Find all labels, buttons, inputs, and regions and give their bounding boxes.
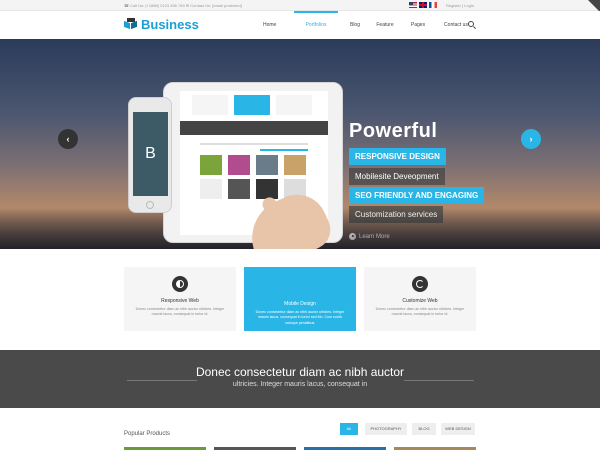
brand-name: Business (141, 17, 199, 32)
service-card-customize[interactable]: Customize Web Donec consectetur diam ac … (364, 267, 476, 331)
service-card-responsive[interactable]: Responsive Web Donec consectetur diam ac… (124, 267, 236, 331)
flag-uk-icon[interactable] (419, 2, 427, 8)
band-heading: Donec consectetur diam ac nibh auctor (195, 365, 405, 379)
hero-tag-3: SEO FRIENDLY AND ENGAGING (349, 187, 485, 204)
service-title: Customize Web (402, 298, 438, 304)
phone-screen: B (133, 112, 168, 196)
tagline-band: Donec consectetur diam ac nibh auctor ul… (0, 350, 600, 408)
hero-tag-1: RESPONSIVE DESIGN (349, 148, 446, 165)
logo-cube-icon (124, 17, 138, 32)
filter-photography[interactable]: PHOTOGRAPHY (365, 423, 407, 435)
play-circle-icon (349, 233, 356, 240)
hero-headline: Powerful (349, 120, 438, 142)
auth-links[interactable]: Register | Login (446, 3, 474, 8)
prev-slide-button[interactable]: ‹ (58, 129, 78, 149)
refresh-icon (412, 276, 428, 292)
flag-fr-icon[interactable] (429, 2, 437, 8)
learn-more-link[interactable]: Learn More (349, 233, 390, 240)
service-title: Mobile Design (284, 301, 316, 307)
phone-mockup: B (128, 97, 172, 213)
logo[interactable]: Business (124, 17, 199, 32)
top-bar: ☎ Call Us: (+1888) 0123 456 789 ✉ Contac… (0, 0, 600, 12)
phone-home-button-icon (146, 201, 154, 209)
service-card-mobile[interactable]: Mobile Design Donec consectetur diam ac … (244, 267, 356, 331)
next-slide-button[interactable]: › (521, 129, 541, 149)
main-nav: Home Portfolios Blog Feature Pages Conta… (258, 11, 476, 39)
contact-info: ☎ Call Us: (+1888) 0123 456 789 ✉ Contac… (124, 3, 242, 8)
section-title: Popular Products (124, 431, 171, 437)
page: ☎ Call Us: (+1888) 0123 456 789 ✉ Contac… (0, 0, 600, 450)
flag-us-icon[interactable] (409, 2, 417, 8)
filter-web-design[interactable]: WEB DESIGN (441, 423, 475, 435)
hero-tag-2: Mobilesite Deveopment (349, 168, 445, 185)
service-desc: Donec consectetur diam ac nibh auctor ul… (255, 310, 345, 325)
half-circle-icon (172, 276, 188, 292)
service-desc: Donec consectetur diam ac nibh auctor ul… (135, 307, 225, 317)
service-title: Responsive Web (161, 298, 199, 304)
hero-tag-4: Customization services (349, 206, 444, 223)
products-section: Popular Products All PHOTOGRAPHY BLOG WE… (0, 408, 600, 450)
services-section: Responsive Web Donec consectetur diam ac… (0, 249, 600, 350)
header: Business Home Portfolios Blog Feature Pa… (0, 11, 600, 39)
service-desc: Donec consectetur diam ac nibh auctor ul… (375, 307, 465, 317)
nav-pages[interactable]: Pages (404, 11, 432, 39)
band-subtext: ultricies. Integer mauris lacus, consequ… (232, 381, 368, 388)
learn-more-label: Learn More (359, 233, 390, 240)
mobile-icon (292, 276, 308, 292)
filter-all[interactable]: All (340, 423, 358, 435)
search-icon[interactable] (468, 21, 474, 27)
language-flags (409, 2, 437, 8)
nav-portfolios[interactable]: Portfolios (294, 11, 338, 39)
nav-home[interactable]: Home (258, 11, 286, 39)
filter-blog[interactable]: BLOG (412, 423, 436, 435)
hero-slider: ‹ › B Powerful RESPONSIVE DESIGN Mobiles… (0, 39, 600, 249)
nav-blog[interactable]: Blog (344, 11, 366, 39)
nav-feature[interactable]: Feature (370, 11, 400, 39)
